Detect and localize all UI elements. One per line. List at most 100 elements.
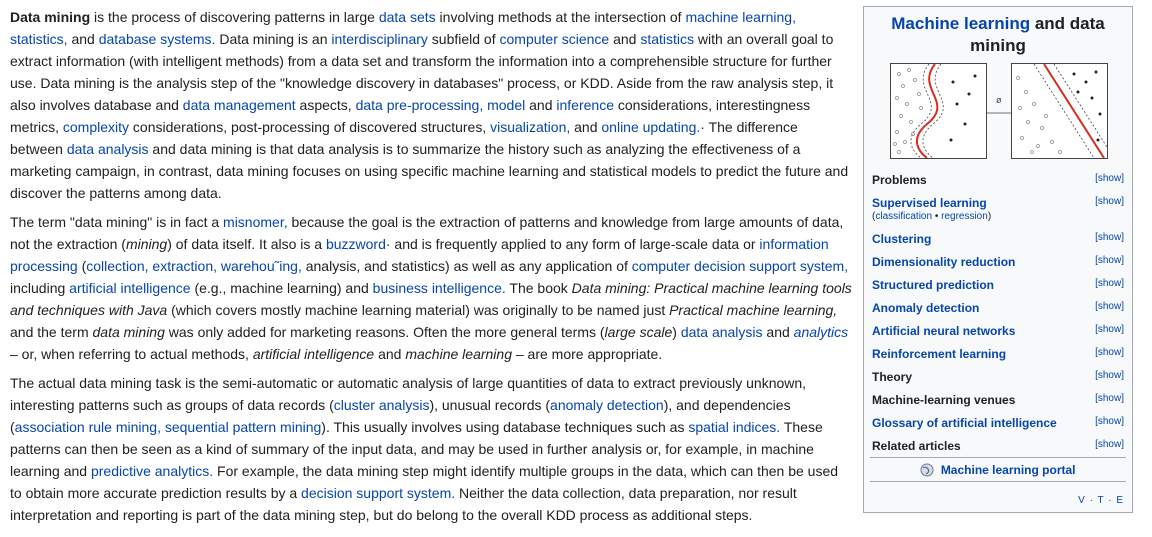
article-body: Data mining is the process of discoverin… (10, 6, 852, 533)
show-toggle[interactable]: [show] (1095, 370, 1124, 381)
show-toggle[interactable]: [show] (1095, 278, 1124, 289)
infobox-title-link[interactable]: Machine learning (891, 14, 1030, 33)
inline-link[interactable]: artificial intelligence (69, 280, 190, 296)
infobox-row[interactable]: Glossary of artificial intelligence [show… (872, 416, 1124, 439)
inline-link[interactable]: computer science (500, 31, 610, 47)
inline-link[interactable]: model (487, 97, 525, 113)
infobox-row[interactable]: Problems [show] (872, 173, 1124, 196)
show-toggle[interactable]: [show] (1095, 347, 1124, 358)
text-run: mining (125, 236, 168, 252)
infobox-row-label[interactable]: Structured prediction (872, 278, 994, 292)
infobox-row-label[interactable]: Artificial neural networks (872, 324, 1015, 338)
inline-link[interactable]: anomaly detection (550, 397, 664, 413)
inline-link[interactable]: statistics (640, 31, 694, 47)
inline-link[interactable]: extraction, (152, 258, 217, 274)
infobox-row-label-wrap: Dimensionality reduction (872, 255, 1015, 269)
infobox-row[interactable]: Theory [show] (872, 370, 1124, 393)
infobox-row-label[interactable]: Supervised learning (872, 196, 987, 210)
inline-link[interactable]: predictive analytics. (91, 463, 213, 479)
inline-link[interactable]: visualization, (490, 119, 570, 135)
infobox-title: Machine learning and data mining (864, 13, 1132, 57)
inline-link[interactable]: buzzword (326, 236, 386, 252)
text-run: subfield of (427, 31, 500, 47)
inline-link[interactable]: computer decision support system, (632, 258, 848, 274)
inline-link[interactable]: association rule mining, (15, 419, 161, 435)
text-run: ) of data itself. It also is a (167, 236, 326, 252)
text-run: data mining (92, 324, 165, 340)
text-run: Data mining is an (215, 31, 332, 47)
infobox-row[interactable]: Artificial neural networks [show] (872, 324, 1124, 347)
infobox-row-label[interactable]: Dimensionality reduction (872, 255, 1015, 269)
text-run: and (525, 97, 557, 113)
navbox-vte-links[interactable]: V · T · E (1078, 495, 1124, 506)
infobox-row[interactable]: Reinforcement learning [show] (872, 347, 1124, 370)
infobox-row[interactable]: Supervised learning (classification • reg… (872, 196, 1124, 232)
inline-link[interactable]: cluster analysis (334, 397, 430, 413)
sublink-regression[interactable]: regression (941, 211, 988, 222)
text-run: and (570, 119, 602, 135)
inline-link[interactable]: decision support system. (301, 485, 455, 501)
paragraph-misnomer: The term "data mining" is in fact a misn… (10, 211, 852, 365)
infobox-row[interactable]: Dimensionality reduction [show] (872, 255, 1124, 278)
inline-link[interactable]: warehou˜ing, (221, 258, 302, 274)
inline-link[interactable]: machine learning, (685, 9, 796, 25)
inline-link[interactable]: data analysis (67, 141, 149, 157)
inline-link[interactable]: statistics, (10, 31, 68, 47)
inline-link[interactable]: collection, (86, 258, 148, 274)
show-toggle[interactable]: [show] (1095, 439, 1124, 450)
text-run: and (67, 31, 99, 47)
inline-link[interactable]: analytics (794, 324, 848, 340)
text-run: and (374, 346, 406, 362)
infobox-sidebar: Machine learning and data mining ø Probl… (863, 6, 1133, 513)
sublink-classification[interactable]: classification (875, 211, 932, 222)
infobox-row-label[interactable]: Glossary of artificial intelligence (872, 416, 1057, 430)
paragraph-task: The actual data mining task is the semi-… (10, 372, 852, 526)
infobox-row-sublinks: (classification • regression) (872, 210, 991, 224)
text-run: analysis, and statistics) as well as any… (301, 258, 632, 274)
inline-link[interactable]: business intelligence. (373, 280, 506, 296)
text-run: The book (505, 280, 572, 296)
inline-link[interactable]: misnomer, (223, 214, 288, 230)
inline-link[interactable]: spatial indices. (688, 419, 780, 435)
show-toggle[interactable]: [show] (1095, 393, 1124, 404)
inline-link[interactable]: complexity (63, 119, 129, 135)
text-run: involving methods at the intersection of (435, 9, 686, 25)
text-run: and (609, 31, 641, 47)
mapping-arrow-icon (986, 112, 1012, 114)
infobox-row[interactable]: Machine-learning venues [show] (872, 393, 1124, 416)
inline-link[interactable]: database systems. (99, 31, 216, 47)
inline-link[interactable]: data pre-processing, (356, 97, 484, 113)
inline-link[interactable]: data analysis (681, 324, 763, 340)
infobox-row[interactable]: Clustering [show] (872, 232, 1124, 255)
inline-link[interactable]: sequential pattern mining (165, 419, 321, 435)
text-run: is the process of discovering patterns i… (90, 9, 379, 25)
infobox-row-label-wrap: Problems (872, 173, 927, 187)
show-toggle[interactable]: [show] (1095, 173, 1124, 184)
show-toggle[interactable]: [show] (1095, 232, 1124, 243)
infobox-row[interactable]: Structured prediction [show] (872, 278, 1124, 301)
show-toggle[interactable]: [show] (1095, 196, 1124, 207)
inline-link[interactable]: inference (556, 97, 614, 113)
separator: • (932, 211, 942, 222)
text-run: ( (77, 258, 87, 274)
infobox-row-label-wrap: Anomaly detection (872, 301, 979, 315)
infobox-row-label[interactable]: Reinforcement learning (872, 347, 1006, 361)
text-run: Practical machine learning, (669, 302, 838, 318)
show-toggle[interactable]: [show] (1095, 301, 1124, 312)
infobox-row-label[interactable]: Anomaly detection (872, 301, 979, 315)
inline-link[interactable]: online updating. (601, 119, 700, 135)
inline-link[interactable]: data management (183, 97, 296, 113)
show-toggle[interactable]: [show] (1095, 416, 1124, 427)
infobox-row-label-wrap: Glossary of artificial intelligence (872, 416, 1057, 430)
infobox-row-label[interactable]: Clustering (872, 232, 931, 246)
infobox-row-label: Machine-learning venues (872, 393, 1016, 407)
inline-link[interactable]: data sets (379, 9, 436, 25)
portal-link[interactable]: Machine learning portal (870, 457, 1126, 482)
portal-label[interactable]: Machine learning portal (941, 463, 1076, 477)
inline-link[interactable]: interdisciplinary (331, 31, 427, 47)
infobox-row[interactable]: Anomaly detection [show] (872, 301, 1124, 324)
infobox-row-label: Problems (872, 173, 927, 187)
infobox-row-label: Theory (872, 370, 913, 384)
show-toggle[interactable]: [show] (1095, 255, 1124, 266)
show-toggle[interactable]: [show] (1095, 324, 1124, 335)
